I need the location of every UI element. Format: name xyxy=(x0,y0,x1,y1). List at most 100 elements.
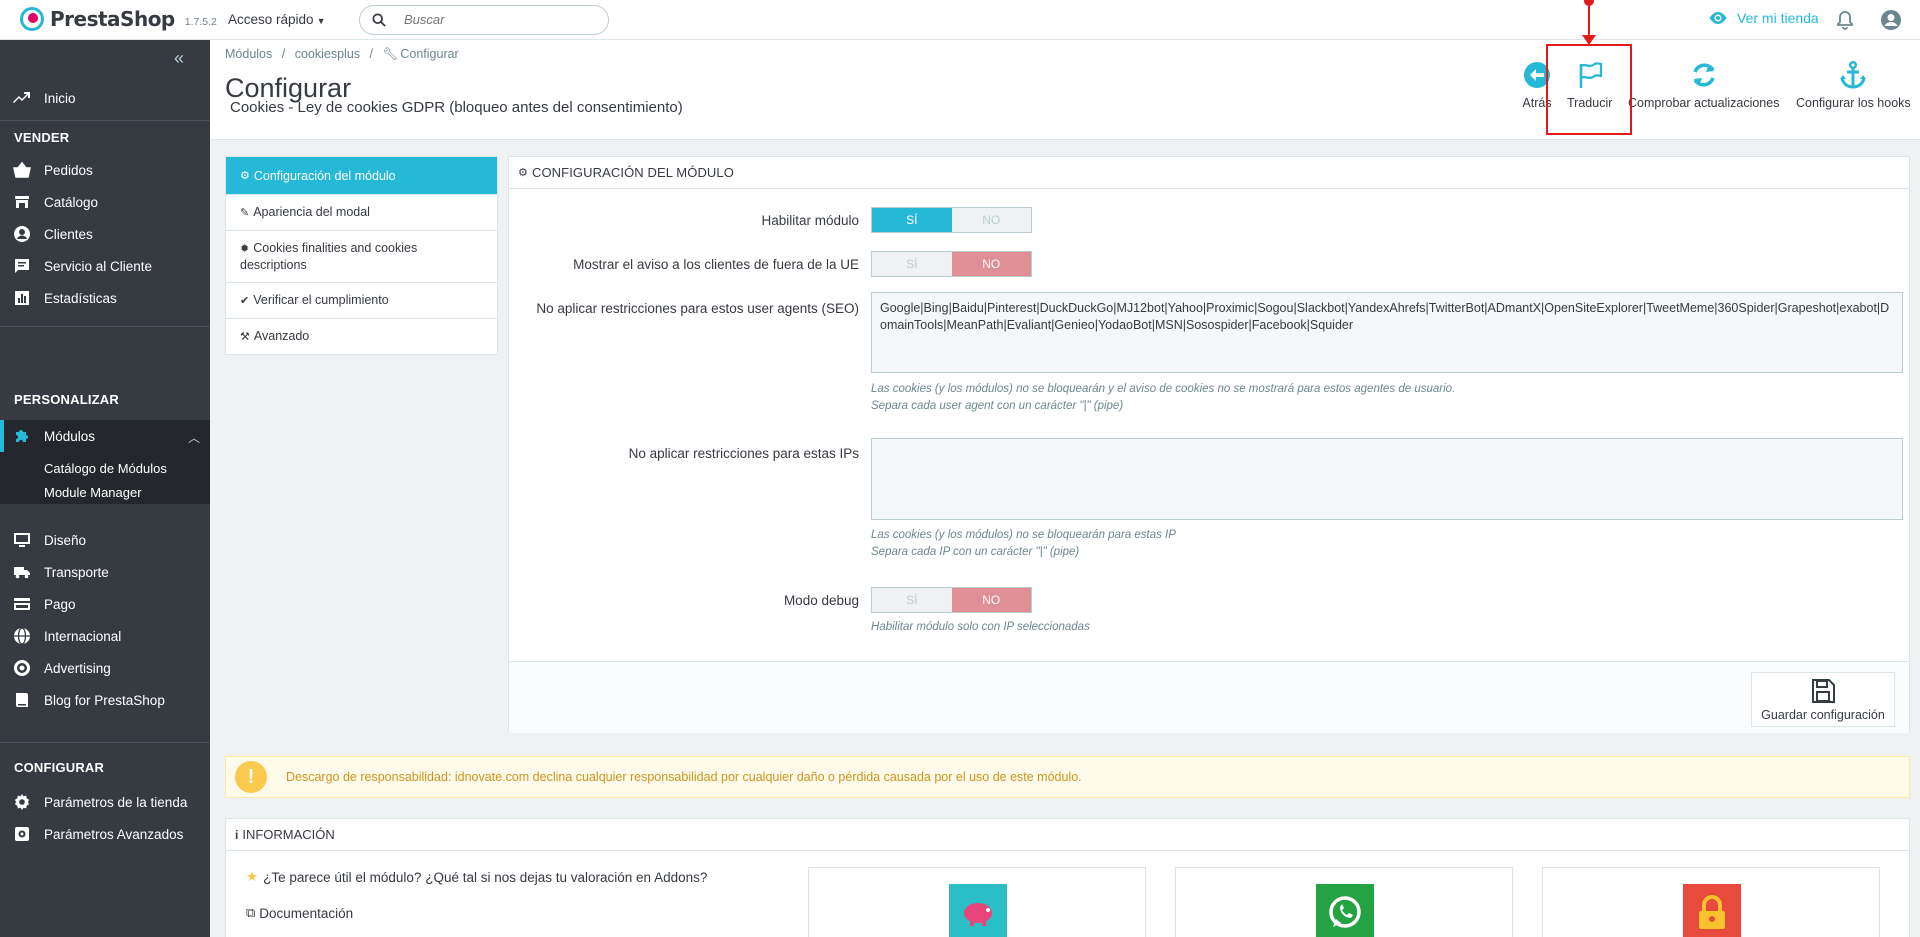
addon-card-piggy[interactable] xyxy=(808,867,1146,937)
sidebar-item-catalog[interactable]: Catálogo xyxy=(0,186,210,218)
debug-mode-switch[interactable]: SÍ NO xyxy=(871,587,1032,613)
sidebar-item-international[interactable]: Internacional xyxy=(0,620,210,652)
check-updates-label: Comprobar actualizaciones xyxy=(1628,96,1780,110)
logo-text: PrestaShop xyxy=(50,7,175,31)
ips-textarea[interactable] xyxy=(871,438,1903,520)
active-indicator xyxy=(0,420,4,452)
user-agents-textarea[interactable]: Google|Bing|Baidu|Pinterest|DuckDuckGo|M… xyxy=(871,292,1903,373)
warning-icon: ! xyxy=(235,761,267,793)
sidebar-subitem-module-manager[interactable]: Module Manager xyxy=(0,480,210,504)
account-icon xyxy=(1881,10,1901,30)
sidebar-item-advertising[interactable]: Advertising xyxy=(0,652,210,684)
check-updates-button[interactable]: Comprobar actualizaciones xyxy=(1628,60,1779,110)
module-tabs: ⚙ Configuración del módulo ✎ Apariencia de… xyxy=(225,156,498,355)
non-eu-switch[interactable]: SÍ NO xyxy=(871,251,1032,277)
section-title-sell: VENDER xyxy=(14,130,70,145)
breadcrumb-cookiesplus[interactable]: cookiesplus xyxy=(295,47,360,61)
switch-no[interactable]: NO xyxy=(951,588,1031,612)
notifications-button[interactable] xyxy=(1836,10,1854,35)
piggy-bank-icon xyxy=(949,884,1007,937)
star-icon: ★ xyxy=(246,869,259,884)
addon-card-lock[interactable] xyxy=(1542,867,1880,937)
tab-module-config[interactable]: ⚙ Configuración del módulo xyxy=(226,157,497,195)
config-panel: ⚙ CONFIGURACIÓN DEL MÓDULO Habilitar mód… xyxy=(508,156,1910,733)
disclaimer-alert: ! Descargo de responsabilidad: idnovate.… xyxy=(225,756,1910,798)
switch-yes[interactable]: SÍ xyxy=(872,588,952,612)
debug-mode-help: Habilitar módulo solo con IP seleccionad… xyxy=(871,621,1090,633)
truck-icon xyxy=(0,563,44,581)
annotation-arrow-line xyxy=(1588,0,1590,38)
rate-module-link[interactable]: ★ ¿Te parece útil el módulo? ¿Qué tal si… xyxy=(246,869,707,885)
sidebar-item-design[interactable]: Diseño xyxy=(0,524,210,556)
sidebar-item-payment[interactable]: Pago xyxy=(0,588,210,620)
sidebar-item-customer-service[interactable]: Servicio al Cliente xyxy=(0,250,210,282)
documentation-link[interactable]: ⧉ Documentación xyxy=(246,905,353,921)
sidebar-item-stats[interactable]: Estadísticas xyxy=(0,282,210,314)
hooks-button[interactable]: Configurar los hooks xyxy=(1796,60,1911,110)
docs-text: Documentación xyxy=(259,905,354,921)
tab-verify-compliance[interactable]: ✔ Verificar el cumplimiento xyxy=(226,283,497,319)
save-label: Guardar configuración xyxy=(1761,707,1885,722)
panel-heading: ⚙ CONFIGURACIÓN DEL MÓDULO xyxy=(509,157,1909,189)
sidebar-item-advanced-parameters[interactable]: Parámetros Avanzados xyxy=(0,818,210,850)
sidebar-item-label: Internacional xyxy=(44,628,122,644)
sidebar-item-modules[interactable]: Módulos ︿ xyxy=(0,420,210,452)
pencil-icon: ✎ xyxy=(240,207,250,219)
sidebar-item-orders[interactable]: Pedidos xyxy=(0,154,210,186)
addon-card-whatsapp[interactable] xyxy=(1175,867,1513,937)
disclaimer-text: Descargo de responsabilidad: idnovate.co… xyxy=(286,770,1082,784)
tab-label: Apariencia del modal xyxy=(253,205,370,219)
sidebar-subitem-module-catalog[interactable]: Catálogo de Módulos xyxy=(0,456,210,480)
view-store-link[interactable]: Ver mi tienda xyxy=(1708,10,1819,26)
enable-module-switch[interactable]: SÍ NO xyxy=(871,207,1032,233)
sidebar-item-label: Catálogo xyxy=(44,194,99,210)
page-subtitle: Cookies - Ley de cookies GDPR (bloqueo a… xyxy=(230,99,683,116)
annotation-highlight-box xyxy=(1546,44,1632,135)
sidebar-divider xyxy=(0,326,210,327)
collapse-sidebar-icon[interactable]: « xyxy=(174,48,184,69)
user-agents-help-1: Las cookies (y los módulos) no se bloque… xyxy=(871,383,1456,395)
sidebar-item-label: Blog for PrestaShop xyxy=(44,692,165,708)
info-title: INFORMACIÓN xyxy=(242,827,335,842)
basket-icon xyxy=(0,161,44,179)
search-input[interactable] xyxy=(404,12,594,27)
switch-yes[interactable]: SÍ xyxy=(872,208,952,232)
breadcrumb-separator: / xyxy=(369,47,373,61)
sidebar-divider xyxy=(0,120,210,121)
switch-no[interactable]: NO xyxy=(951,208,1031,232)
info-heading: i INFORMACIÓN xyxy=(226,819,1909,851)
lock-icon xyxy=(1683,884,1741,937)
sidebar-item-label: Advertising xyxy=(44,660,111,676)
rate-text: ¿Te parece útil el módulo? ¿Qué tal si n… xyxy=(263,869,708,885)
sidebar-item-shipping[interactable]: Transporte xyxy=(0,556,210,588)
user-circle-icon xyxy=(0,225,44,243)
sidebar-item-blog[interactable]: Blog for PrestaShop xyxy=(0,684,210,716)
search-box[interactable] xyxy=(359,5,609,35)
save-config-button[interactable]: Guardar configuración xyxy=(1751,672,1895,727)
tab-modal-appearance[interactable]: ✎ Apariencia del modal xyxy=(226,195,497,231)
monitor-icon xyxy=(0,531,44,549)
tab-cookie-finalities[interactable]: ✹ Cookies finalities and cookies descript… xyxy=(226,231,497,283)
prestashop-logo[interactable]: PrestaShop 1.7.5.2 xyxy=(20,7,217,31)
magic-wand-icon: ⚒ xyxy=(240,331,250,343)
breadcrumb: Módulos / cookiesplus / 🔧︎ Configurar xyxy=(225,47,465,62)
whatsapp-icon xyxy=(1316,884,1374,937)
user-agents-help-2: Separa cada user agent con un carácter "… xyxy=(871,400,1124,412)
caret-down-icon: ▼ xyxy=(316,16,326,26)
chat-icon xyxy=(0,257,44,275)
panel-footer: Guardar configuración xyxy=(509,661,1909,733)
sidebar-item-shop-parameters[interactable]: Parámetros de la tienda xyxy=(0,786,210,818)
switch-no[interactable]: NO xyxy=(951,252,1031,276)
sidebar-item-customers[interactable]: Clientes xyxy=(0,218,210,250)
quick-access-dropdown[interactable]: Acceso rápido ▼ xyxy=(228,12,325,27)
breadcrumb-configure: Configurar xyxy=(400,47,459,61)
breadcrumb-modules[interactable]: Módulos xyxy=(225,47,272,61)
ips-label: No aplicar restricciones para estas IPs xyxy=(628,446,859,461)
sidebar-item-home[interactable]: Inicio xyxy=(0,82,210,114)
tab-advanced[interactable]: ⚒ Avanzado xyxy=(226,319,497,354)
switch-yes[interactable]: SÍ xyxy=(872,252,952,276)
target-icon xyxy=(0,659,44,677)
account-button[interactable] xyxy=(1880,9,1902,36)
page-header: Módulos / cookiesplus / 🔧︎ Configurar Con… xyxy=(210,40,1920,140)
sidebar-item-label: Parámetros de la tienda xyxy=(44,794,188,810)
